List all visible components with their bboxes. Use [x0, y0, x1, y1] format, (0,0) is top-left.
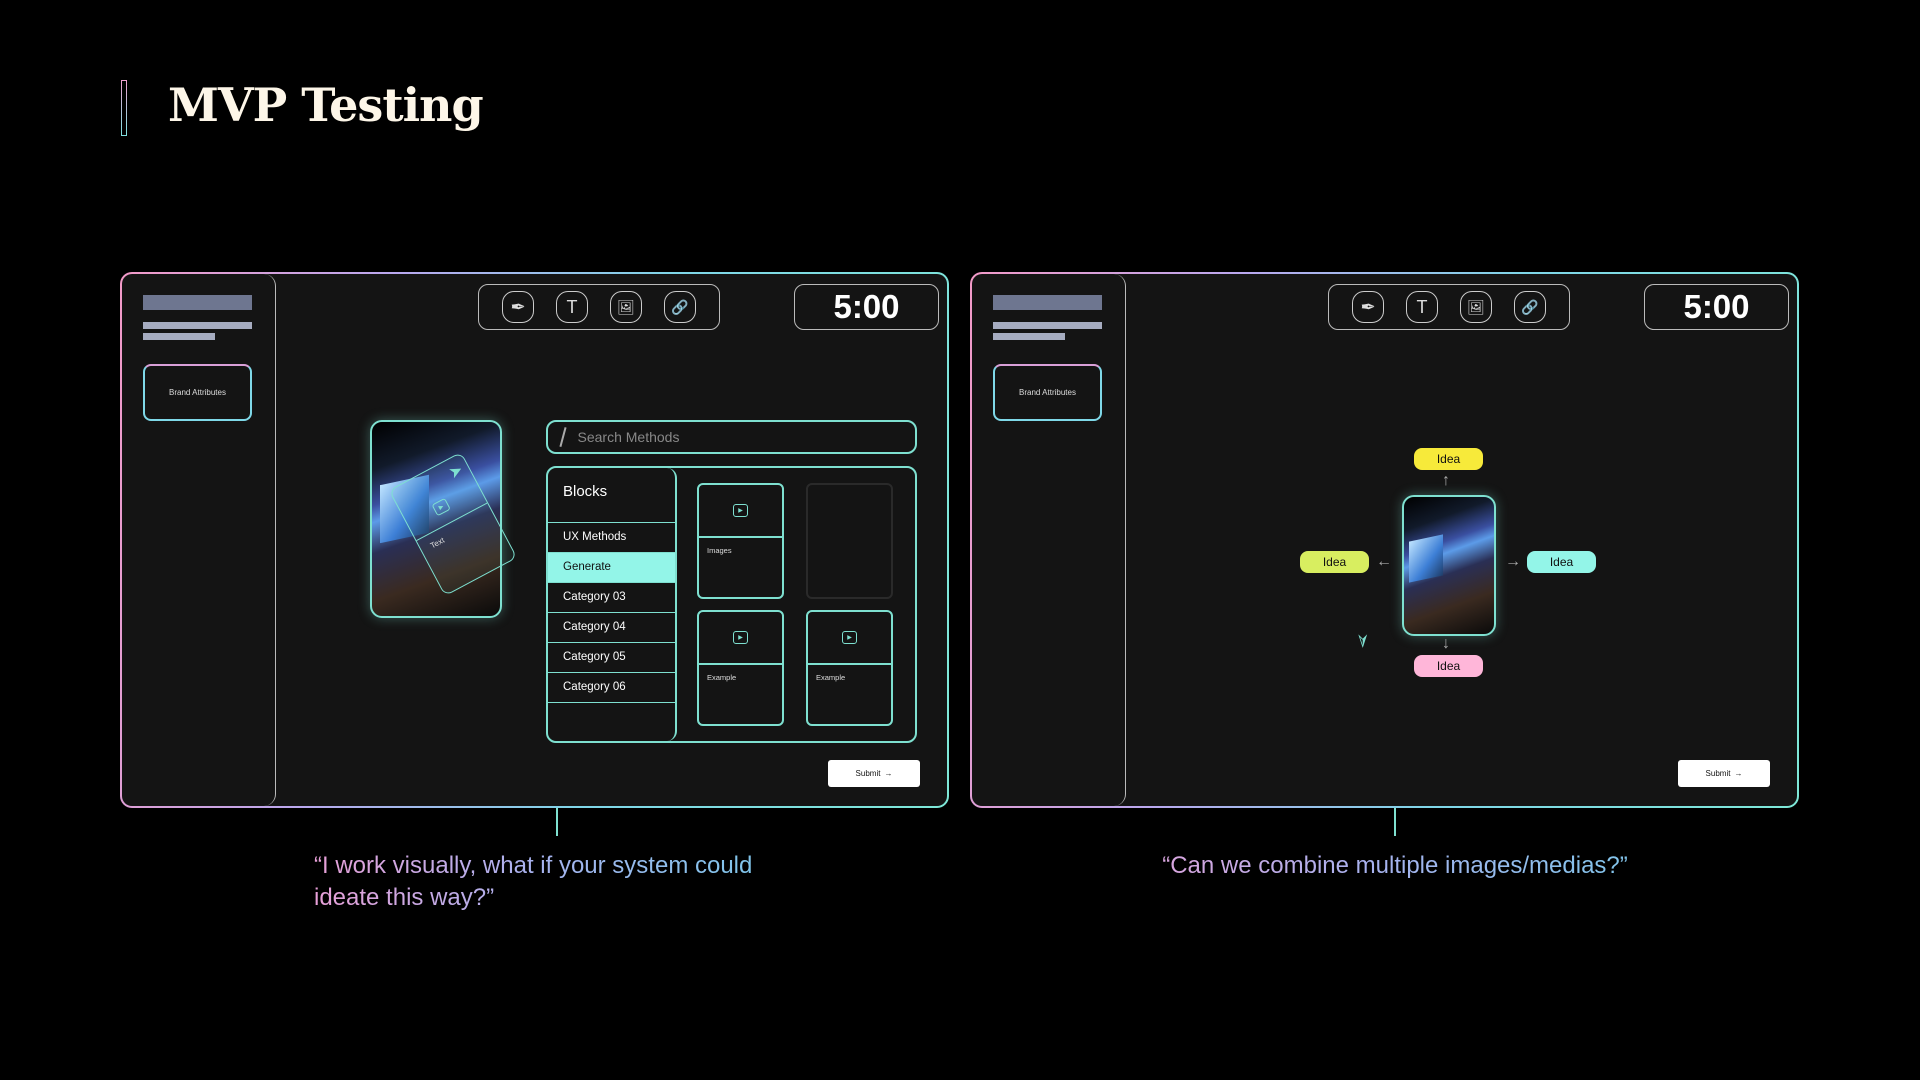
text-icon[interactable]: T [556, 291, 588, 323]
submit-button[interactable]: Submit → [828, 760, 920, 787]
connector-line [1394, 808, 1396, 836]
arrow-down-icon: ↓ [1442, 635, 1450, 652]
pen-icon[interactable]: ✒ [1352, 291, 1384, 323]
blocks-heading: Blocks [548, 468, 675, 523]
sidebar-placeholder-bar [993, 295, 1102, 310]
idea-node-top[interactable]: Idea [1414, 448, 1483, 470]
page-title: MVP Testing [168, 78, 484, 132]
sidebar-placeholder-bar [143, 295, 252, 310]
right-mockup-panel: Brand Attributes ✒ T 🖼 🔗 5:00 Idea Idea … [970, 272, 1799, 808]
category-06[interactable]: Category 06 [548, 673, 675, 703]
toolbar: ✒ T 🖼 🔗 [478, 284, 720, 330]
idea-node-left[interactable]: Idea [1300, 551, 1369, 573]
card-text-label: Text [428, 535, 447, 551]
submit-button[interactable]: Submit → [1678, 760, 1770, 787]
toolbar: ✒ T 🖼 🔗 [1328, 284, 1570, 330]
card-label: Example [816, 673, 846, 682]
submit-label: Submit [1705, 769, 1731, 778]
connector-line [556, 808, 558, 836]
sidebar: Brand Attributes [122, 274, 276, 806]
play-icon: ▶ [431, 497, 451, 517]
timer: 5:00 [1644, 284, 1789, 330]
submit-label: Submit [855, 769, 881, 778]
quote-right: “Can we combine multiple images/medias?” [1095, 850, 1695, 882]
blocks-panel: Blocks UX Methods Generate Category 03 C… [546, 466, 917, 743]
image-icon[interactable]: 🖼 [610, 291, 642, 323]
search-placeholder: Search Methods [577, 429, 680, 445]
link-icon[interactable]: 🔗 [1514, 291, 1546, 323]
sidebar: Brand Attributes [972, 274, 1126, 806]
timer: 5:00 [794, 284, 939, 330]
play-icon: ▶ [733, 504, 748, 517]
category-list: Blocks UX Methods Generate Category 03 C… [548, 468, 677, 741]
sidebar-placeholder-bar [143, 322, 252, 329]
left-mockup-panel: Brand Attributes ✒ T 🖼 🔗 5:00 ➤ ▶ Text S… [120, 272, 949, 808]
card-label: Images [707, 546, 732, 555]
pen-icon[interactable]: ✒ [502, 291, 534, 323]
arrow-left-icon: ← [1376, 553, 1392, 570]
idea-node-bottom[interactable]: Idea [1414, 655, 1483, 677]
cursor-icon: ➤ [446, 461, 467, 483]
media-card[interactable]: ▶ Example [697, 610, 784, 726]
category-04[interactable]: Category 04 [548, 613, 675, 643]
quote-left: “I work visually, what if your system co… [314, 850, 794, 914]
play-icon: ▶ [733, 631, 748, 644]
search-input[interactable]: Search Methods [546, 420, 917, 454]
card-label: Example [707, 673, 737, 682]
arrow-up-icon: ↑ [1442, 472, 1450, 489]
text-icon[interactable]: T [1406, 291, 1438, 323]
empty-card[interactable] [806, 483, 893, 599]
title-accent-bar [121, 80, 127, 136]
image-icon[interactable]: 🖼 [1460, 291, 1492, 323]
brand-attributes-label: Brand Attributes [169, 388, 226, 397]
brand-attributes-button[interactable]: Brand Attributes [143, 364, 252, 421]
idea-node-right[interactable]: Idea [1527, 551, 1596, 573]
category-generate[interactable]: Generate [548, 553, 675, 583]
sidebar-placeholder-bar [993, 333, 1065, 340]
media-card[interactable]: ▶ Example [806, 610, 893, 726]
media-card[interactable]: ▶ Images [697, 483, 784, 599]
photo-thumbnail[interactable] [1402, 495, 1496, 636]
brand-attributes-label: Brand Attributes [1019, 388, 1076, 397]
category-ux-methods[interactable]: UX Methods [548, 523, 675, 553]
category-05[interactable]: Category 05 [548, 643, 675, 673]
play-icon: ▶ [842, 631, 857, 644]
sidebar-placeholder-bar [143, 333, 215, 340]
arrow-right-icon: → [884, 769, 893, 778]
sidebar-placeholder-bar [993, 322, 1102, 329]
arrow-right-icon: → [1734, 769, 1743, 778]
arrow-right-icon: → [1505, 553, 1521, 570]
category-03[interactable]: Category 03 [548, 583, 675, 613]
link-icon[interactable]: 🔗 [664, 291, 696, 323]
brand-attributes-button[interactable]: Brand Attributes [993, 364, 1102, 421]
cursor-icon: ➢ [1351, 632, 1374, 649]
